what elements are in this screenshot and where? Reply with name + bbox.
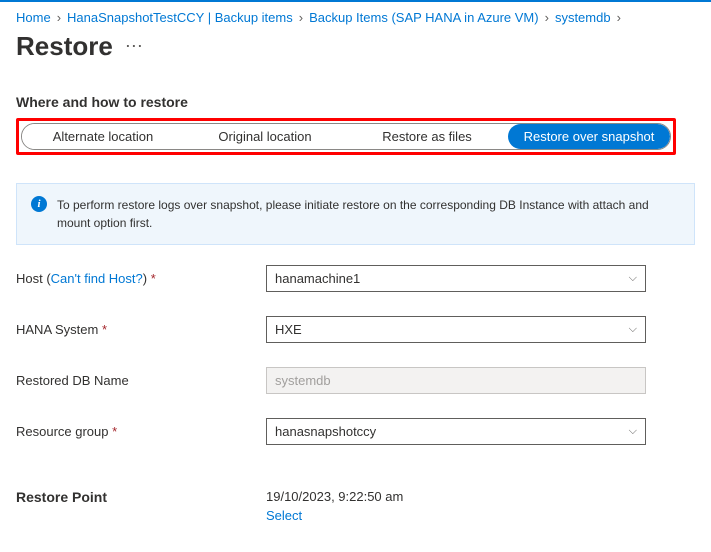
restore-point-value: 19/10/2023, 9:22:50 am [266, 489, 403, 504]
title-row: Restore ⋯ [0, 29, 711, 86]
resource-group-select[interactable]: hanasnapshotccy ⌵ [266, 418, 646, 445]
chevron-right-icon: › [299, 10, 303, 25]
more-icon[interactable]: ⋯ [125, 36, 143, 57]
hana-system-value: HXE [275, 322, 302, 337]
page-title: Restore [16, 31, 113, 62]
tab-restore-over-snapshot[interactable]: Restore over snapshot [508, 124, 670, 149]
info-banner: i To perform restore logs over snapshot,… [16, 183, 695, 245]
restore-point-label: Restore Point [16, 489, 266, 523]
cant-find-host-link[interactable]: Can't find Host? [51, 271, 143, 286]
restored-db-name-label: Restored DB Name [16, 373, 266, 388]
host-value: hanamachine1 [275, 271, 360, 286]
restored-db-name-value: systemdb [275, 373, 331, 388]
host-label: Host (Can't find Host?) * [16, 271, 266, 286]
restore-point-section: Restore Point 19/10/2023, 9:22:50 am Sel… [0, 469, 711, 523]
restore-point-select-link[interactable]: Select [266, 508, 403, 523]
tab-alternate-location[interactable]: Alternate location [22, 124, 184, 149]
info-icon: i [31, 196, 47, 212]
chevron-right-icon: › [545, 10, 549, 25]
chevron-right-icon: › [57, 10, 61, 25]
chevron-right-icon: › [617, 10, 621, 25]
restore-mode-tabs: Alternate location Original location Res… [21, 123, 671, 150]
breadcrumb-vault[interactable]: HanaSnapshotTestCCY | Backup items [67, 10, 293, 25]
host-select[interactable]: hanamachine1 ⌵ [266, 265, 646, 292]
breadcrumb-home[interactable]: Home [16, 10, 51, 25]
resource-group-value: hanasnapshotccy [275, 424, 376, 439]
resource-group-label: Resource group * [16, 424, 266, 439]
hana-system-select[interactable]: HXE ⌵ [266, 316, 646, 343]
restore-form: Host (Can't find Host?) * hanamachine1 ⌵… [0, 265, 711, 445]
breadcrumb: Home › HanaSnapshotTestCCY | Backup item… [0, 2, 711, 29]
info-text: To perform restore logs over snapshot, p… [57, 196, 680, 232]
section-where-label: Where and how to restore [0, 86, 711, 118]
chevron-down-icon: ⌵ [629, 323, 637, 336]
chevron-down-icon: ⌵ [629, 272, 637, 285]
tab-restore-as-files[interactable]: Restore as files [346, 124, 508, 149]
chevron-down-icon: ⌵ [629, 425, 637, 438]
breadcrumb-db[interactable]: systemdb [555, 10, 611, 25]
breadcrumb-items[interactable]: Backup Items (SAP HANA in Azure VM) [309, 10, 539, 25]
restored-db-name-field: systemdb [266, 367, 646, 394]
tab-original-location[interactable]: Original location [184, 124, 346, 149]
hana-system-label: HANA System * [16, 322, 266, 337]
restore-mode-tabs-highlight: Alternate location Original location Res… [16, 118, 676, 155]
